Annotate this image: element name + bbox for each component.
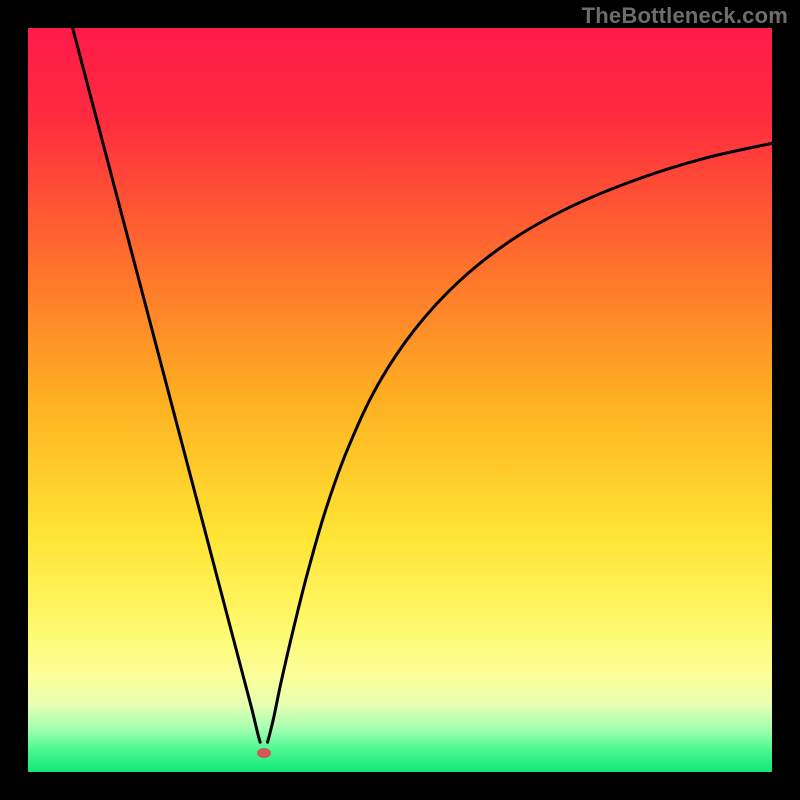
optimal-point-marker [257, 748, 271, 758]
curve-right-branch [268, 143, 772, 742]
bottleneck-curve [28, 28, 772, 772]
chart-frame: TheBottleneck.com [0, 0, 800, 800]
curve-left-branch [73, 28, 260, 742]
plot-area [28, 28, 772, 772]
watermark-text: TheBottleneck.com [582, 3, 788, 29]
